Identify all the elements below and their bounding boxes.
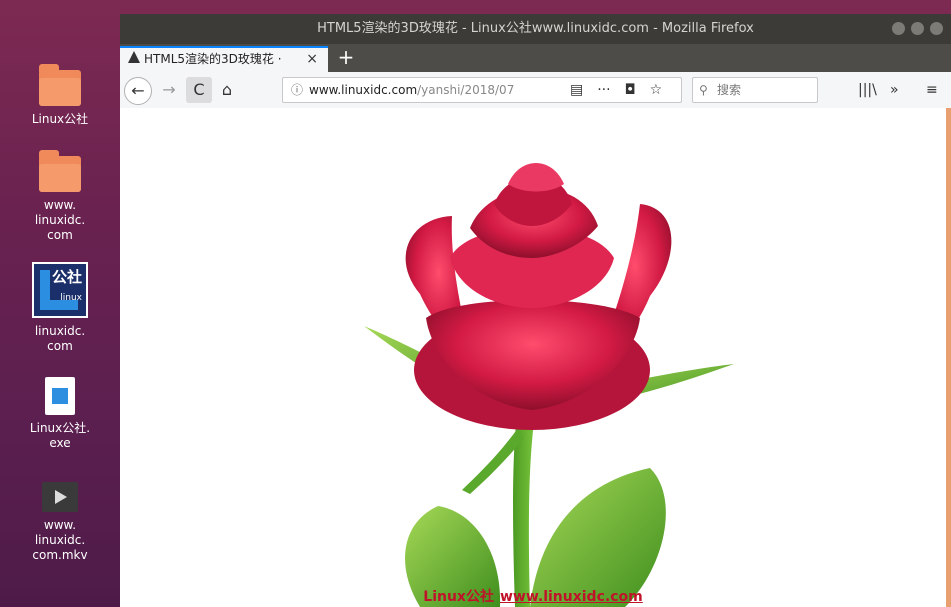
search-input[interactable]: ⚲ 搜索 [692,77,818,103]
maximize-button[interactable] [911,22,924,35]
minimize-button[interactable] [892,22,905,35]
bookmark-star-icon[interactable]: ☆ [650,77,663,103]
rose-canvas[interactable] [120,108,946,607]
url-domain: www.linuxidc.com [309,83,418,97]
folder-icon [39,150,81,192]
search-placeholder: 搜索 [717,83,742,97]
desktop-icon-label: Linux公社 [31,112,89,126]
page-content: Linux公社 www.linuxidc.com [120,108,946,607]
tab-title: HTML5渲染的3D玫瑰花 · [144,52,282,66]
desktop-icon-linuxidc-com[interactable]: 公社 linux linuxidc. com [8,262,112,354]
desktop-icon-mkv[interactable]: www. linuxidc. com.mkv [8,482,112,563]
window-title: HTML5渲染的3D玫瑰花 - Linux公社www.linuxidc.com … [317,21,754,36]
library-icon[interactable]: |||\ [858,77,877,103]
new-tab-button[interactable]: + [334,44,358,72]
info-icon[interactable]: ⓘ [291,78,303,102]
overflow-menu-icon[interactable]: » [890,77,899,103]
hamburger-menu-icon[interactable]: ≡ [926,77,938,103]
linux-penguin-favicon-icon [128,51,140,63]
desktop-icon-label: www. linuxidc. com [34,198,86,242]
reader-view-icon[interactable]: ▤ [570,77,583,103]
pocket-icon[interactable]: ◘ [625,77,636,103]
tab-close-icon[interactable]: × [306,48,318,70]
close-window-button[interactable] [930,22,943,35]
tab-rose[interactable]: HTML5渲染的3D玫瑰花 · × [120,46,328,72]
window-controls [892,22,943,35]
folder-icon [39,64,81,106]
navigation-toolbar: ← → C ⌂ ⓘ www.linuxidc.com/yanshi/2018/0… [120,72,951,109]
page-caption: Linux公社 www.linuxidc.com [120,586,946,606]
forward-button[interactable]: → [156,77,182,103]
page-action-icons: ▤ ··· ◘ ☆ [570,77,662,103]
back-button[interactable]: ← [124,77,152,105]
rose-top-curl [508,163,564,192]
video-file-icon [42,482,78,512]
desktop-icon-label: Linux公社. exe [29,421,91,450]
desktop-icon-www-linuxidc[interactable]: www. linuxidc. com [8,150,112,243]
reload-button[interactable]: C [186,77,212,103]
page-actions-more-icon[interactable]: ··· [597,77,610,103]
desktop-icon-linux-exe[interactable]: Linux公社. exe [8,377,112,451]
desktop-icon-label: www. linuxidc. com.mkv [32,518,88,562]
desktop-icon-linux-gongshe[interactable]: Linux公社 [8,64,112,127]
page-scrollbar[interactable] [946,108,951,607]
window-titlebar[interactable]: HTML5渲染的3D玫瑰花 - Linux公社www.linuxidc.com … [120,14,951,44]
exe-file-icon [45,377,75,415]
firefox-window: HTML5渲染的3D玫瑰花 - Linux公社www.linuxidc.com … [120,14,951,607]
tab-bar: HTML5渲染的3D玫瑰花 · × + [120,44,951,72]
caption-text: Linux公社 [423,589,494,605]
home-button[interactable]: ⌂ [214,77,240,103]
caption-link[interactable]: www.linuxidc.com [500,589,643,605]
desktop-icon-label: linuxidc. com [34,324,86,353]
linuxidc-logo-icon: 公社 linux [32,262,88,318]
url-path: /yanshi/2018/07 [417,83,515,97]
desktop-icons: Linux公社 www. linuxidc. com 公社 linux linux… [0,0,120,607]
search-icon: ⚲ [699,83,708,97]
